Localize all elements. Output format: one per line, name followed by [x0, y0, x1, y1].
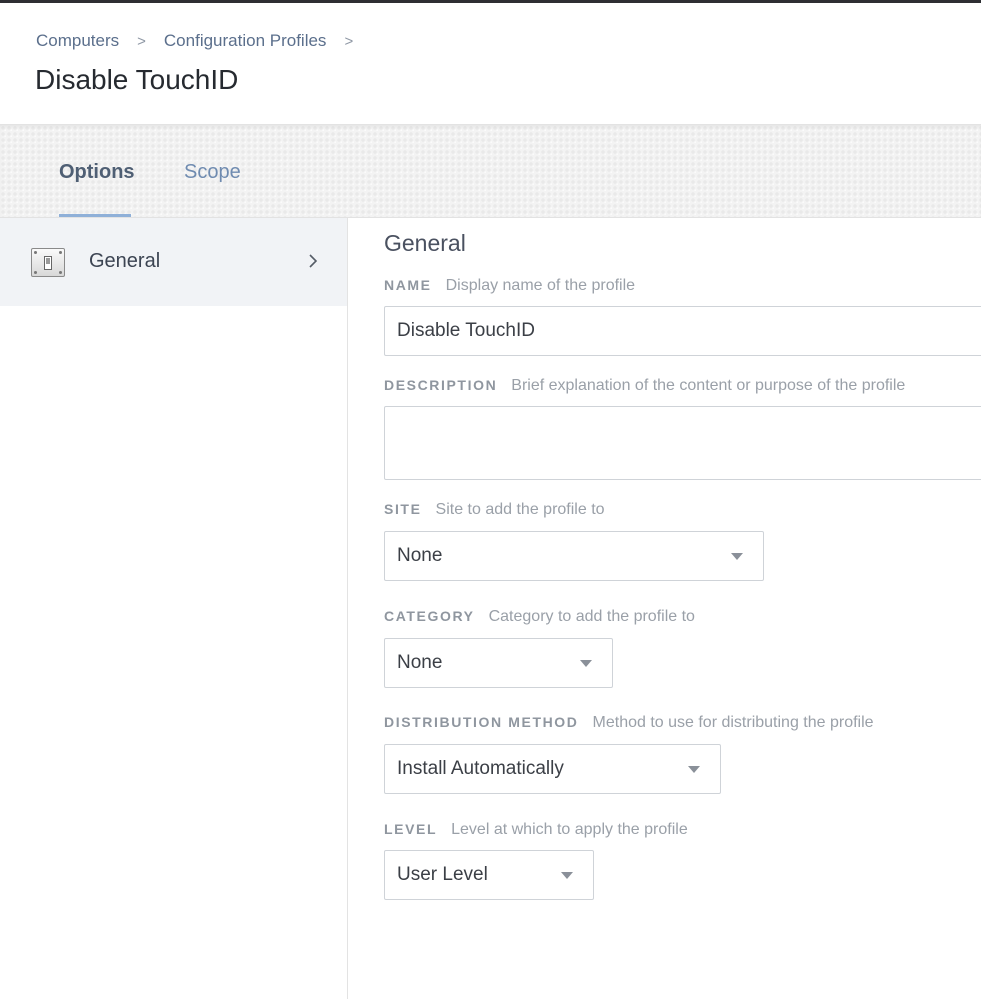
category-select[interactable]: None [384, 638, 613, 688]
site-label-row: SITE Site to add the profile to [384, 501, 605, 519]
breadcrumb-computers-link[interactable]: Computers [36, 31, 119, 51]
breadcrumb-configuration-profiles-link[interactable]: Configuration Profiles [164, 31, 327, 51]
distribution-method-select[interactable]: Install Automatically [384, 744, 721, 794]
description-hint: Brief explanation of the content or purp… [511, 377, 906, 394]
category-label-row: CATEGORY Category to add the profile to [384, 608, 695, 626]
description-label-row: DESCRIPTION Brief explanation of the con… [384, 377, 905, 395]
site-label: SITE [384, 501, 422, 517]
active-tab-indicator [59, 214, 131, 217]
level-label-row: LEVEL Level at which to apply the profil… [384, 821, 688, 839]
breadcrumb-separator-icon: > [344, 32, 354, 50]
tab-options[interactable]: Options [59, 161, 135, 184]
distribution-hint: Method to use for distributing the profi… [592, 714, 874, 731]
name-field[interactable]: Disable TouchID [384, 306, 981, 356]
chevron-right-icon [309, 254, 318, 268]
site-select-value: None [397, 545, 443, 566]
sidebar-item-label: General [89, 250, 161, 272]
category-hint: Category to add the profile to [488, 608, 695, 625]
sidebar-item-general[interactable]: General [0, 218, 347, 306]
sidebar: General [0, 218, 348, 999]
section-title: General [384, 230, 466, 256]
category-select-value: None [397, 652, 443, 673]
site-hint: Site to add the profile to [435, 501, 605, 518]
distribution-select-value: Install Automatically [397, 758, 564, 779]
page-header: Computers > Configuration Profiles > Dis… [0, 3, 981, 124]
page-title: Disable TouchID [35, 64, 239, 95]
tab-scope[interactable]: Scope [184, 161, 241, 184]
distribution-label: DISTRIBUTION METHOD [384, 714, 579, 730]
level-select-value: User Level [397, 864, 488, 885]
dropdown-arrow-icon [580, 660, 592, 667]
site-select[interactable]: None [384, 531, 764, 581]
description-label: DESCRIPTION [384, 377, 498, 393]
description-textarea[interactable] [384, 406, 981, 480]
name-field-value: Disable TouchID [397, 320, 536, 341]
options-form: General NAME Display name of the profile… [349, 218, 981, 999]
dropdown-arrow-icon [688, 766, 700, 773]
dropdown-arrow-icon [731, 553, 743, 560]
name-label: NAME [384, 277, 432, 293]
name-hint: Display name of the profile [445, 277, 636, 294]
name-label-row: NAME Display name of the profile [384, 277, 635, 295]
category-label: CATEGORY [384, 608, 475, 624]
switch-panel-icon [31, 248, 65, 277]
level-label: LEVEL [384, 821, 438, 837]
breadcrumb: Computers > Configuration Profiles > [36, 31, 371, 51]
level-hint: Level at which to apply the profile [451, 821, 688, 838]
dropdown-arrow-icon [561, 872, 573, 879]
level-select[interactable]: User Level [384, 850, 594, 900]
breadcrumb-separator-icon: > [137, 32, 146, 50]
tab-bar: Options Scope [0, 124, 981, 218]
distribution-label-row: DISTRIBUTION METHOD Method to use for di… [384, 714, 874, 732]
